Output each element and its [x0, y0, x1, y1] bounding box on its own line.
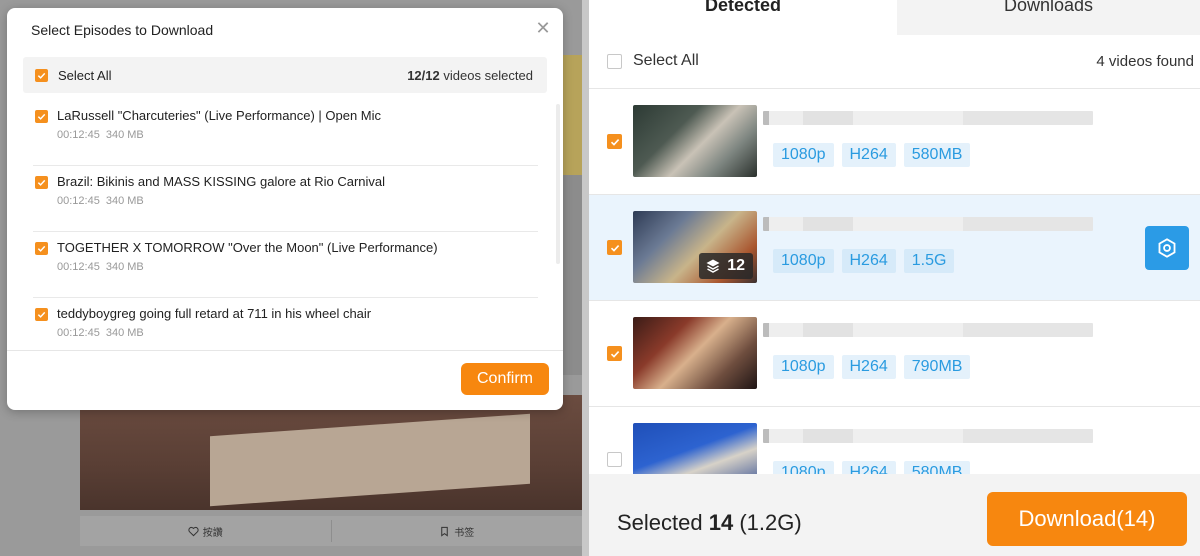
size-tag: 580MB [903, 143, 971, 167]
confirm-button[interactable]: Confirm [461, 363, 549, 395]
video-row[interactable]: 1080p H264 580MB [589, 89, 1200, 195]
bookmark-icon [441, 526, 449, 537]
download-button[interactable]: Download(14) [987, 492, 1187, 546]
video-title-blurred [763, 111, 1093, 125]
episode-title: teddyboygreg going full retard at 711 in… [57, 306, 372, 321]
check-icon [37, 311, 46, 318]
like-label: 按讚 [202, 527, 223, 539]
selected-summary: Selected 14 (1.2G) [617, 510, 802, 535]
select-episodes-dialog: Select Episodes to Download ✕ Select All… [7, 8, 563, 410]
heart-icon [188, 526, 199, 536]
video-checkbox[interactable] [607, 240, 622, 255]
codec-tag: H264 [841, 143, 896, 167]
dialog-divider [7, 350, 563, 351]
panel-footer: Selected 14 (1.2G) Download(14) [589, 474, 1200, 556]
video-settings-button[interactable] [1145, 226, 1189, 270]
settings-icon [1158, 238, 1176, 258]
episode-meta: 00:12:45 340 MB [57, 327, 144, 339]
video-row[interactable]: 12 1080p H264 1.5G [589, 195, 1200, 301]
episode-item[interactable]: TOGETHER X TOMORROW "Over the Moon" (Liv… [33, 232, 538, 298]
panel-tabs: Detected Downloads [589, 0, 1200, 35]
panel-select-all-checkbox[interactable] [607, 53, 622, 69]
check-icon [610, 244, 619, 252]
episode-list-scrollbar[interactable] [556, 104, 560, 264]
layers-icon [706, 259, 720, 273]
episode-item[interactable]: LaRussell "Charcuteries" (Live Performan… [33, 100, 538, 166]
video-checkbox[interactable] [607, 346, 622, 361]
check-icon [37, 72, 46, 79]
select-all-row[interactable]: Select All 12/12 videos selected [23, 57, 547, 93]
episode-meta: 00:12:45 340 MB [57, 195, 144, 207]
select-all-checkbox[interactable] [35, 68, 48, 82]
tab-downloads[interactable]: Downloads [897, 0, 1200, 35]
episodes-count: 12 [727, 257, 745, 274]
background-action-bar: 按讚 书签 [80, 516, 582, 546]
video-title-blurred [763, 323, 1093, 337]
codec-tag: H264 [841, 355, 896, 379]
background-banner [562, 175, 582, 375]
check-icon [37, 179, 46, 186]
video-tags: 1080p H264 790MB [773, 355, 971, 379]
episode-checkbox[interactable] [35, 308, 48, 321]
video-thumbnail: 12 [633, 211, 757, 283]
video-row[interactable]: 1080p H264 790MB [589, 301, 1200, 407]
video-checkbox[interactable] [607, 452, 622, 467]
tab-detected[interactable]: Detected [589, 0, 897, 35]
background-banner [562, 55, 582, 175]
codec-tag: H264 [841, 249, 896, 273]
episodes-badge: 12 [699, 253, 753, 279]
dialog-title: Select Episodes to Download [31, 22, 214, 38]
select-all-label: Select All [58, 67, 112, 83]
check-icon [37, 113, 46, 120]
check-icon [610, 350, 619, 358]
episode-item[interactable]: Brazil: Bikinis and MASS KISSING galore … [33, 166, 538, 232]
resolution-tag: 1080p [773, 143, 834, 167]
episode-checkbox[interactable] [35, 176, 48, 189]
episode-checkbox[interactable] [35, 242, 48, 255]
panel-select-all[interactable]: Select All [607, 52, 699, 70]
like-action[interactable]: 按讚 [80, 524, 331, 539]
check-icon [610, 138, 619, 146]
episode-title: TOGETHER X TOMORROW "Over the Moon" (Liv… [57, 240, 438, 255]
videos-found-count: 4 videos found [1096, 53, 1194, 70]
episode-checkbox[interactable] [35, 110, 48, 123]
downloader-panel: Detected Downloads Select All 4 videos f… [589, 0, 1200, 556]
resolution-tag: 1080p [773, 355, 834, 379]
close-icon[interactable]: ✕ [533, 18, 553, 38]
resolution-tag: 1080p [773, 249, 834, 273]
bookmark-label: 书签 [454, 527, 475, 539]
episode-item[interactable]: teddyboygreg going full retard at 711 in… [33, 298, 538, 350]
episode-title: Brazil: Bikinis and MASS KISSING galore … [57, 174, 386, 189]
video-thumbnail [633, 105, 757, 177]
video-title-blurred [763, 429, 1093, 443]
video-title-blurred [763, 217, 1093, 231]
video-thumbnail [633, 317, 757, 389]
video-checkbox[interactable] [607, 134, 622, 149]
video-tags: 1080p H264 580MB [773, 143, 971, 167]
size-tag: 790MB [903, 355, 971, 379]
bookmark-action[interactable]: 书签 [332, 524, 583, 539]
selected-count: 12/12 videos selected [407, 67, 533, 83]
background-video [80, 395, 582, 510]
check-icon [37, 245, 46, 252]
episode-meta: 00:12:45 340 MB [57, 129, 144, 141]
episode-list: LaRussell "Charcuteries" (Live Performan… [23, 100, 547, 350]
size-tag: 1.5G [903, 249, 955, 273]
panel-select-all-label: Select All [633, 52, 699, 69]
episode-title: LaRussell "Charcuteries" (Live Performan… [57, 108, 382, 123]
video-tags: 1080p H264 1.5G [773, 249, 955, 273]
episode-meta: 00:12:45 340 MB [57, 261, 144, 273]
